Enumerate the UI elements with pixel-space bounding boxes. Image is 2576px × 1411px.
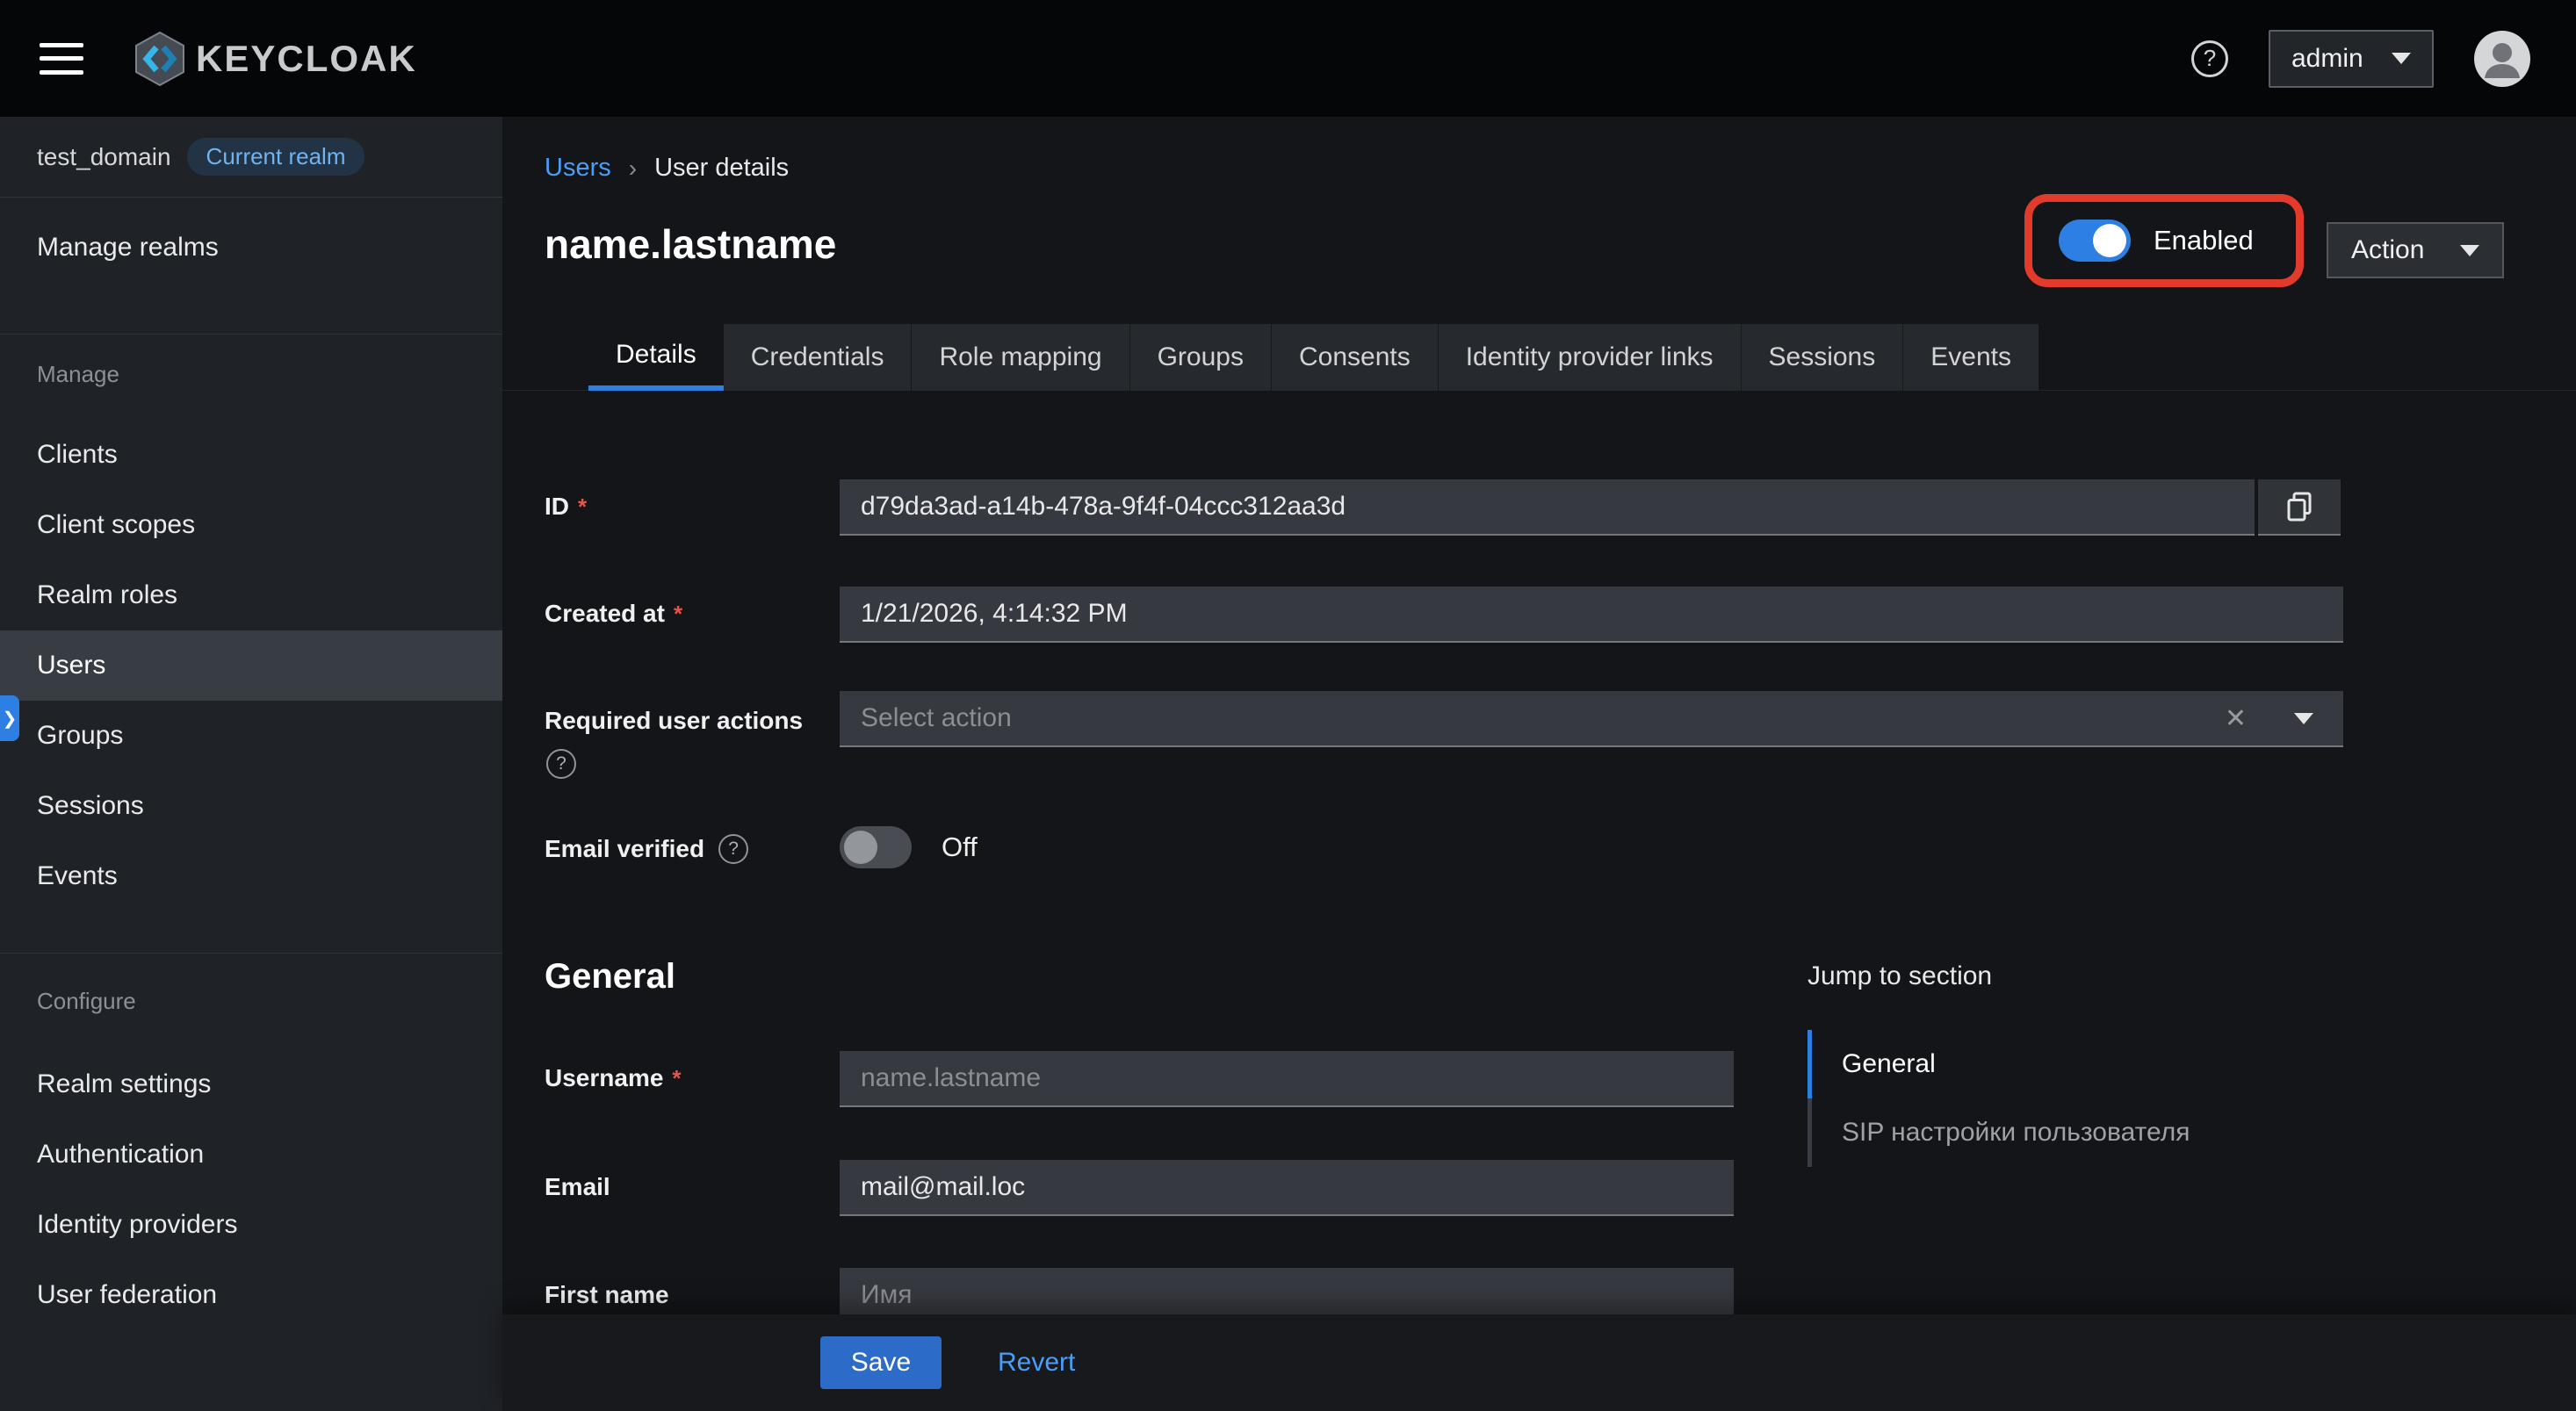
required-user-actions-select[interactable]: Select action ✕	[840, 691, 2343, 747]
user-menu-dropdown[interactable]: admin	[2269, 30, 2434, 88]
current-realm-badge: Current realm	[187, 138, 365, 176]
tab-role-mapping[interactable]: Role mapping	[912, 324, 1129, 391]
help-icon[interactable]: ?	[2191, 40, 2228, 77]
email-verified-state: Off	[942, 831, 978, 863]
sidebar-item-realm-roles[interactable]: Realm roles	[0, 560, 502, 630]
email-verified-toggle[interactable]	[840, 826, 912, 868]
masthead: KEYCLOAK ? admin	[0, 0, 2576, 117]
sidebar-item-manage-realms[interactable]: Manage realms	[0, 212, 502, 283]
tab-identity-provider-links[interactable]: Identity provider links	[1439, 324, 1742, 391]
action-dropdown[interactable]: Action	[2327, 222, 2504, 278]
brand-name: KEYCLOAK	[196, 38, 417, 80]
jump-to-section-panel: Jump to section General SIP настройки по…	[1808, 961, 2190, 1167]
sidebar-item-users[interactable]: Users	[0, 630, 502, 701]
username-field[interactable]	[840, 1051, 1734, 1107]
chevron-down-icon[interactable]	[2294, 713, 2313, 724]
tab-details[interactable]: Details	[588, 324, 724, 391]
sidebar-item-sessions[interactable]: Sessions	[0, 771, 502, 841]
divider	[0, 953, 502, 954]
tab-sessions[interactable]: Sessions	[1742, 324, 1904, 391]
created-at-label: Created at*	[545, 600, 834, 628]
form-action-bar: Save Revert	[502, 1314, 2576, 1411]
nav-toggle-icon[interactable]	[40, 43, 83, 75]
main-content: Users › User details name.lastname Enabl…	[502, 117, 2576, 1411]
breadcrumb: Users › User details	[545, 154, 789, 183]
sidebar-nav: test_domain Current realm Manage realms …	[0, 117, 502, 1411]
user-menu-label: admin	[2291, 44, 2363, 74]
sidebar-section-manage: Manage	[37, 361, 119, 388]
sidebar-item-client-scopes[interactable]: Client scopes	[0, 490, 502, 560]
page-title: name.lastname	[545, 220, 836, 268]
realm-name: test_domain	[37, 143, 171, 171]
revert-button[interactable]: Revert	[998, 1348, 1075, 1378]
breadcrumb-separator-icon: ›	[629, 155, 637, 183]
sidebar-item-events[interactable]: Events	[0, 841, 502, 911]
first-name-label: First name	[545, 1281, 834, 1309]
copy-button[interactable]	[2258, 479, 2341, 536]
nav-expand-marker[interactable]: ❯	[0, 695, 19, 741]
sidebar-item-groups[interactable]: Groups	[0, 701, 502, 771]
action-dropdown-label: Action	[2351, 235, 2424, 265]
help-icon[interactable]: ?	[718, 834, 748, 864]
required-user-actions-label: Required user actions	[545, 707, 826, 735]
select-placeholder: Select action	[861, 703, 1012, 733]
sidebar-item-clients[interactable]: Clients	[0, 420, 502, 490]
tab-consents[interactable]: Consents	[1272, 324, 1439, 391]
realm-selector[interactable]: test_domain Current realm	[0, 117, 502, 198]
username-label: Username*	[545, 1064, 834, 1092]
email-field[interactable]	[840, 1160, 1734, 1216]
tab-credentials[interactable]: Credentials	[724, 324, 913, 391]
sidebar-item-user-federation[interactable]: User federation	[0, 1260, 502, 1330]
chevron-right-icon: ❯	[3, 708, 18, 730]
keycloak-icon	[133, 31, 187, 87]
tab-events[interactable]: Events	[1903, 324, 2038, 391]
enabled-toggle[interactable]	[2059, 220, 2131, 262]
sidebar-item-realm-settings[interactable]: Realm settings	[0, 1049, 502, 1119]
general-section-heading: General	[545, 957, 675, 997]
annotation-highlight: Enabled	[2024, 194, 2304, 287]
avatar[interactable]	[2474, 31, 2530, 87]
jump-item-general[interactable]: General	[1808, 1030, 2190, 1098]
breadcrumb-users-link[interactable]: Users	[545, 154, 611, 183]
brand-logo[interactable]: KEYCLOAK	[133, 31, 417, 87]
created-at-field[interactable]	[840, 587, 2343, 643]
required-marker: *	[672, 1065, 681, 1091]
divider	[0, 334, 502, 335]
sidebar-item-authentication[interactable]: Authentication	[0, 1119, 502, 1190]
copy-icon	[2284, 491, 2315, 522]
sidebar-item-identity-providers[interactable]: Identity providers	[0, 1190, 502, 1260]
tab-bar: Details Credentials Role mapping Groups …	[588, 324, 2038, 391]
jump-item-sip-settings[interactable]: SIP настройки пользователя	[1808, 1098, 2190, 1167]
required-marker: *	[578, 493, 587, 520]
tab-groups[interactable]: Groups	[1130, 324, 1272, 391]
id-field[interactable]	[840, 479, 2255, 536]
chevron-down-icon	[2460, 245, 2479, 256]
enabled-toggle-label: Enabled	[2154, 225, 2254, 256]
sidebar-section-configure: Configure	[37, 988, 136, 1015]
help-icon[interactable]: ?	[546, 749, 576, 779]
save-button[interactable]: Save	[820, 1336, 942, 1389]
jump-to-section-title: Jump to section	[1808, 961, 2190, 991]
email-label: Email	[545, 1173, 834, 1201]
required-marker: *	[674, 601, 682, 627]
chevron-down-icon	[2392, 53, 2411, 64]
id-label: ID*	[545, 493, 834, 521]
clear-selection-icon[interactable]: ✕	[2225, 703, 2247, 734]
breadcrumb-current: User details	[654, 154, 789, 183]
